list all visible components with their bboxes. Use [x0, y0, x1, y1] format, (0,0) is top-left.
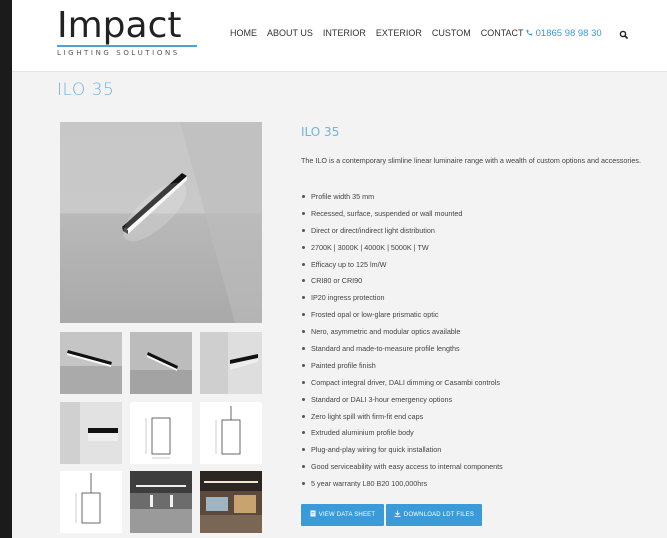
download-ldt-files-label: DOWNLOAD LDT FILES [403, 512, 475, 518]
phone-number: 01865 98 98 30 [535, 28, 602, 39]
feature-item: Efficacy up to 125 lm/W [301, 258, 651, 275]
page-title: ILO 35 [57, 80, 115, 100]
logo-underline [57, 45, 197, 47]
feature-item: Zero light spill with firm-fit end caps [301, 410, 651, 427]
download-ldt-files-button[interactable]: DOWNLOAD LDT FILES [386, 504, 482, 526]
product-thumbnail[interactable] [200, 471, 262, 533]
product-description: The ILO is a contemporary slimline linea… [301, 156, 641, 165]
feature-list: Profile width 35 mm Recessed, surface, s… [301, 190, 651, 494]
download-icon [394, 504, 401, 526]
product-thumbnail[interactable] [200, 402, 262, 464]
nav-contact[interactable]: CONTACT [481, 28, 524, 38]
feature-item: Standard or DALI 3-hour emergency option… [301, 393, 651, 410]
feature-item: Nero, asymmetric and modular optics avai… [301, 325, 651, 342]
main-nav: HOME ABOUT US INTERIOR EXTERIOR CUSTOM C… [230, 28, 524, 38]
feature-item: 2700K | 3000K | 4000K | 5000K | TW [301, 241, 651, 258]
feature-item: Recessed, surface, suspended or wall mou… [301, 207, 651, 224]
feature-item: Frosted opal or low-glare prismatic opti… [301, 308, 651, 325]
nav-exterior[interactable]: EXTERIOR [376, 28, 422, 38]
feature-item: Direct or direct/indirect light distribu… [301, 224, 651, 241]
feature-item: Painted profile finish [301, 359, 651, 376]
view-data-sheet-button[interactable]: VIEW DATA SHEET [301, 504, 384, 526]
phone-icon [525, 28, 536, 39]
product-thumbnail[interactable] [200, 332, 262, 394]
site-header: Impact LIGHTING SOLUTIONS HOME ABOUT US … [12, 0, 667, 72]
nav-interior[interactable]: INTERIOR [323, 28, 366, 38]
product-thumbnail[interactable] [130, 402, 192, 464]
feature-item: Compact integral driver, DALI dimming or… [301, 376, 651, 393]
logo-wordmark[interactable]: Impact [57, 6, 182, 46]
product-thumbnail[interactable] [60, 332, 122, 394]
nav-home[interactable]: HOME [230, 28, 257, 38]
nav-custom[interactable]: CUSTOM [432, 28, 471, 38]
document-icon [310, 504, 316, 526]
product-thumbnail[interactable] [130, 471, 192, 533]
feature-item: Profile width 35 mm [301, 190, 651, 207]
nav-phone-link[interactable]: 01865 98 98 30 [525, 28, 602, 39]
product-main-image[interactable] [60, 122, 262, 323]
product-thumbnail[interactable] [60, 402, 122, 464]
page-frame: Impact LIGHTING SOLUTIONS HOME ABOUT US … [12, 0, 667, 538]
search-icon[interactable] [619, 27, 631, 40]
feature-item: IP20 ingress protection [301, 291, 651, 308]
product-thumbnail[interactable] [60, 471, 122, 533]
feature-item: Standard and made-to-measure profile len… [301, 342, 651, 359]
product-thumbnail[interactable] [130, 332, 192, 394]
feature-item: Good serviceability with easy access to … [301, 460, 651, 477]
product-title: ILO 35 [301, 125, 340, 139]
view-data-sheet-label: VIEW DATA SHEET [318, 512, 376, 518]
feature-item: 5 year warranty L80 B20 100,000hrs [301, 477, 651, 494]
feature-item: Plug-and-play wiring for quick installat… [301, 443, 651, 460]
feature-item: CRI80 or CRI90 [301, 274, 651, 291]
feature-item: Extruded aluminium profile body [301, 426, 651, 443]
logo-tagline: LIGHTING SOLUTIONS [57, 49, 180, 57]
nav-about-us[interactable]: ABOUT US [267, 28, 313, 38]
